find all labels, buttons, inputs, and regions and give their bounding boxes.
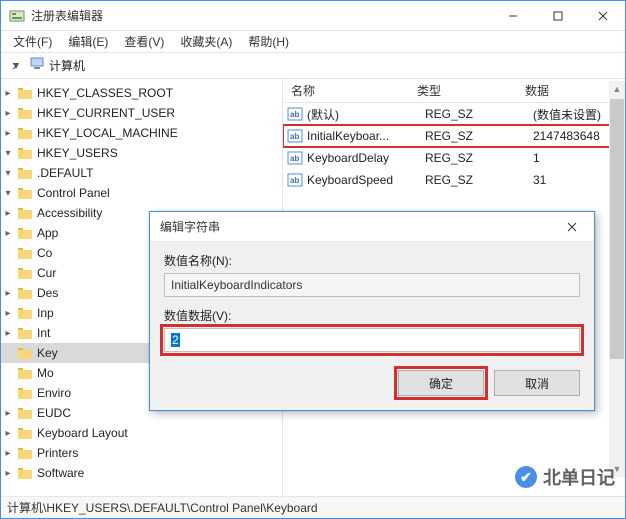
window-title: 注册表编辑器 [31,7,490,24]
minimize-button[interactable] [490,1,535,30]
tree-item-keyboardlayout[interactable]: ▸Keyboard Layout [1,423,282,443]
chevron-down-icon[interactable]: ▾ [1,146,15,160]
tree-item-hkcr[interactable]: ▸HKEY_CLASSES_ROOT [1,83,282,103]
chevron-right-icon[interactable]: ▸ [1,426,15,440]
chevron-down-icon[interactable]: ▾ [1,166,15,180]
status-bar: 计算机\HKEY_USERS\.DEFAULT\Control Panel\Ke… [1,496,625,518]
nav-row: 计算机 [1,53,625,79]
tree-item-default[interactable]: ▾.DEFAULT [1,163,282,183]
menu-edit[interactable]: 编辑(E) [60,30,116,53]
list-row[interactable]: ab InitialKeyboar... REG_SZ 2147483648 [283,125,625,147]
menu-view[interactable]: 查看(V) [116,30,172,53]
chevron-right-icon[interactable]: ▸ [1,206,15,220]
folder-icon [17,146,33,160]
status-path: 计算机\HKEY_USERS\.DEFAULT\Control Panel\Ke… [7,499,318,516]
folder-icon [17,166,33,180]
menu-bar: 文件(F) 编辑(E) 查看(V) 收藏夹(A) 帮助(H) [1,31,625,53]
folder-icon [17,246,33,260]
folder-icon [17,446,33,460]
list-row[interactable]: ab (默认) REG_SZ (数值未设置) [283,103,625,125]
ok-button[interactable]: 确定 [398,370,484,396]
svg-text:ab: ab [290,154,299,163]
tree-root-label[interactable]: 计算机 [47,57,85,74]
string-value-icon: ab [287,128,303,144]
column-name[interactable]: 名称 [283,82,409,99]
folder-icon [17,226,33,240]
folder-icon [17,266,33,280]
scroll-up-icon[interactable]: ▲ [609,81,625,97]
watermark-text: 北单日记 [543,464,615,490]
list-header: 名称 类型 数据 [283,79,625,103]
tree-item-controlpanel[interactable]: ▾Control Panel [1,183,282,203]
chevron-down-icon[interactable]: ▾ [1,186,15,200]
chevron-right-icon[interactable]: ▸ [1,406,15,420]
chevron-right-icon[interactable]: ▸ [1,86,15,100]
value-data-label: 数值数据(V): [164,307,580,324]
vertical-scrollbar[interactable]: ▲ ▼ [609,81,625,477]
tree-item-software[interactable]: ▸Software [1,463,282,483]
string-value-icon: ab [287,150,303,166]
close-button[interactable] [580,1,625,30]
menu-help[interactable]: 帮助(H) [240,30,297,53]
tree-item-printers[interactable]: ▸Printers [1,443,282,463]
watermark-icon: ✔ [515,466,537,488]
folder-icon [17,286,33,300]
menu-favorites[interactable]: 收藏夹(A) [172,30,240,53]
dialog-titlebar: 编辑字符串 [150,212,594,242]
chevron-right-icon[interactable]: ▸ [1,126,15,140]
tree-item-hku[interactable]: ▾HKEY_USERS [1,143,282,163]
tree-item-hkcu[interactable]: ▸HKEY_CURRENT_USER [1,103,282,123]
tree-item-hklm[interactable]: ▸HKEY_LOCAL_MACHINE [1,123,282,143]
string-value-icon: ab [287,172,303,188]
window-buttons [490,1,625,30]
menu-file[interactable]: 文件(F) [5,30,60,53]
maximize-button[interactable] [535,1,580,30]
folder-icon [17,406,33,420]
list-row[interactable]: ab KeyboardSpeed REG_SZ 31 [283,169,625,191]
value-name-label: 数值名称(N): [164,252,580,269]
window-titlebar: 注册表编辑器 [1,1,625,31]
chevron-right-icon[interactable]: ▸ [1,106,15,120]
watermark: ✔ 北单日记 [515,464,615,490]
folder-icon [17,206,33,220]
folder-icon [17,346,33,360]
folder-icon [17,466,33,480]
value-data-input[interactable]: 2 [164,328,580,352]
folder-icon [17,126,33,140]
scrollbar-thumb[interactable] [610,99,624,359]
chevron-right-icon[interactable]: ▸ [1,226,15,240]
folder-icon [17,186,33,200]
folder-icon [17,386,33,400]
list-body: ab (默认) REG_SZ (数值未设置) ab InitialKeyboar… [283,103,625,191]
chevron-right-icon[interactable]: ▸ [1,286,15,300]
dialog-close-button[interactable] [550,212,594,241]
list-row[interactable]: ab KeyboardDelay REG_SZ 1 [283,147,625,169]
computer-icon [29,57,45,74]
svg-text:ab: ab [290,176,299,185]
folder-icon [17,366,33,380]
chevron-right-icon[interactable]: ▸ [1,306,15,320]
dialog-title: 编辑字符串 [160,218,550,235]
folder-icon [17,326,33,340]
cancel-button[interactable]: 取消 [494,370,580,396]
folder-icon [17,106,33,120]
chevron-right-icon[interactable]: ▸ [1,466,15,480]
folder-icon [17,86,33,100]
svg-text:ab: ab [290,132,299,141]
folder-icon [17,426,33,440]
svg-text:ab: ab [290,110,299,119]
expand-toggle-icon[interactable] [5,55,27,77]
regedit-icon [9,8,25,24]
value-name-field: InitialKeyboardIndicators [164,273,580,297]
edit-string-dialog: 编辑字符串 数值名称(N): InitialKeyboardIndicators… [149,211,595,411]
string-value-icon: ab [287,106,303,122]
folder-icon [17,306,33,320]
column-type[interactable]: 类型 [409,82,517,99]
chevron-right-icon[interactable]: ▸ [1,326,15,340]
chevron-right-icon[interactable]: ▸ [1,446,15,460]
